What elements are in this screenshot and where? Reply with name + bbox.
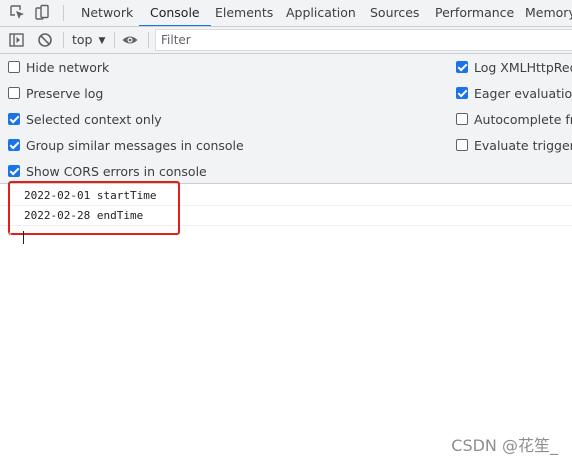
console-prompt-input[interactable] <box>23 231 24 244</box>
context-value: top <box>72 32 93 47</box>
tab-sources[interactable]: Sources <box>370 0 419 26</box>
console-output: 2022-02-01 startTime 2022-02-28 endTime … <box>0 181 572 464</box>
filter-input[interactable] <box>155 29 572 51</box>
selected-context-checkbox[interactable] <box>8 113 20 125</box>
show-cors-checkbox[interactable] <box>8 165 20 177</box>
clear-console-icon[interactable] <box>36 31 54 49</box>
hide-network-checkbox[interactable] <box>8 61 20 73</box>
setting-label: Preserve log <box>26 86 104 101</box>
console-toolbar: top ▼ <box>0 27 572 54</box>
setting-label: Eager evaluation <box>474 86 572 101</box>
setting-label: Evaluate triggers user activation <box>474 138 572 153</box>
tab-network[interactable]: Network <box>81 0 133 26</box>
console-settings-pane: Hide network Preserve log Selected conte… <box>0 54 572 184</box>
tab-memory[interactable]: Memory <box>525 0 572 26</box>
setting-label: Autocomplete from history <box>474 112 572 127</box>
autocomplete-checkbox[interactable] <box>456 113 468 125</box>
eager-evaluation-checkbox[interactable] <box>456 87 468 99</box>
console-message: 2022-02-01 startTime <box>0 186 572 206</box>
toolbar-divider <box>63 32 64 48</box>
tab-application[interactable]: Application <box>286 0 356 26</box>
show-sidebar-icon[interactable] <box>8 31 26 49</box>
toolbar-divider <box>114 32 115 48</box>
tab-performance[interactable]: Performance <box>435 0 514 26</box>
preserve-log-checkbox[interactable] <box>8 87 20 99</box>
toolbar-divider <box>63 5 64 21</box>
group-similar-checkbox[interactable] <box>8 139 20 151</box>
dropdown-caret-icon: ▼ <box>98 36 106 46</box>
watermark: CSDN @花笙_ <box>451 436 558 455</box>
console-message-text: 2022-02-28 endTime <box>24 209 144 222</box>
live-expression-eye-icon[interactable] <box>121 31 139 49</box>
setting-label: Show CORS errors in console <box>26 164 207 179</box>
log-xhr-checkbox[interactable] <box>456 61 468 73</box>
prompt-chevron-icon: › <box>8 229 12 240</box>
toolbar-divider <box>148 32 149 48</box>
console-message-text: 2022-02-01 startTime <box>24 189 157 202</box>
device-toolbar-icon[interactable] <box>33 4 51 22</box>
setting-label: Selected context only <box>26 112 162 127</box>
devtools-tabbar: Network Console Elements Application Sou… <box>0 0 572 27</box>
inspect-element-icon[interactable] <box>9 4 27 22</box>
setting-label: Hide network <box>26 60 110 75</box>
evaluate-triggers-checkbox[interactable] <box>456 139 468 151</box>
setting-label: Log XMLHttpRequests <box>474 60 572 75</box>
console-message: 2022-02-28 endTime <box>0 206 572 226</box>
tab-elements[interactable]: Elements <box>215 0 273 26</box>
tab-console[interactable]: Console <box>139 0 211 26</box>
setting-label: Group similar messages in console <box>26 138 244 153</box>
context-selector[interactable]: top ▼ <box>72 27 105 53</box>
